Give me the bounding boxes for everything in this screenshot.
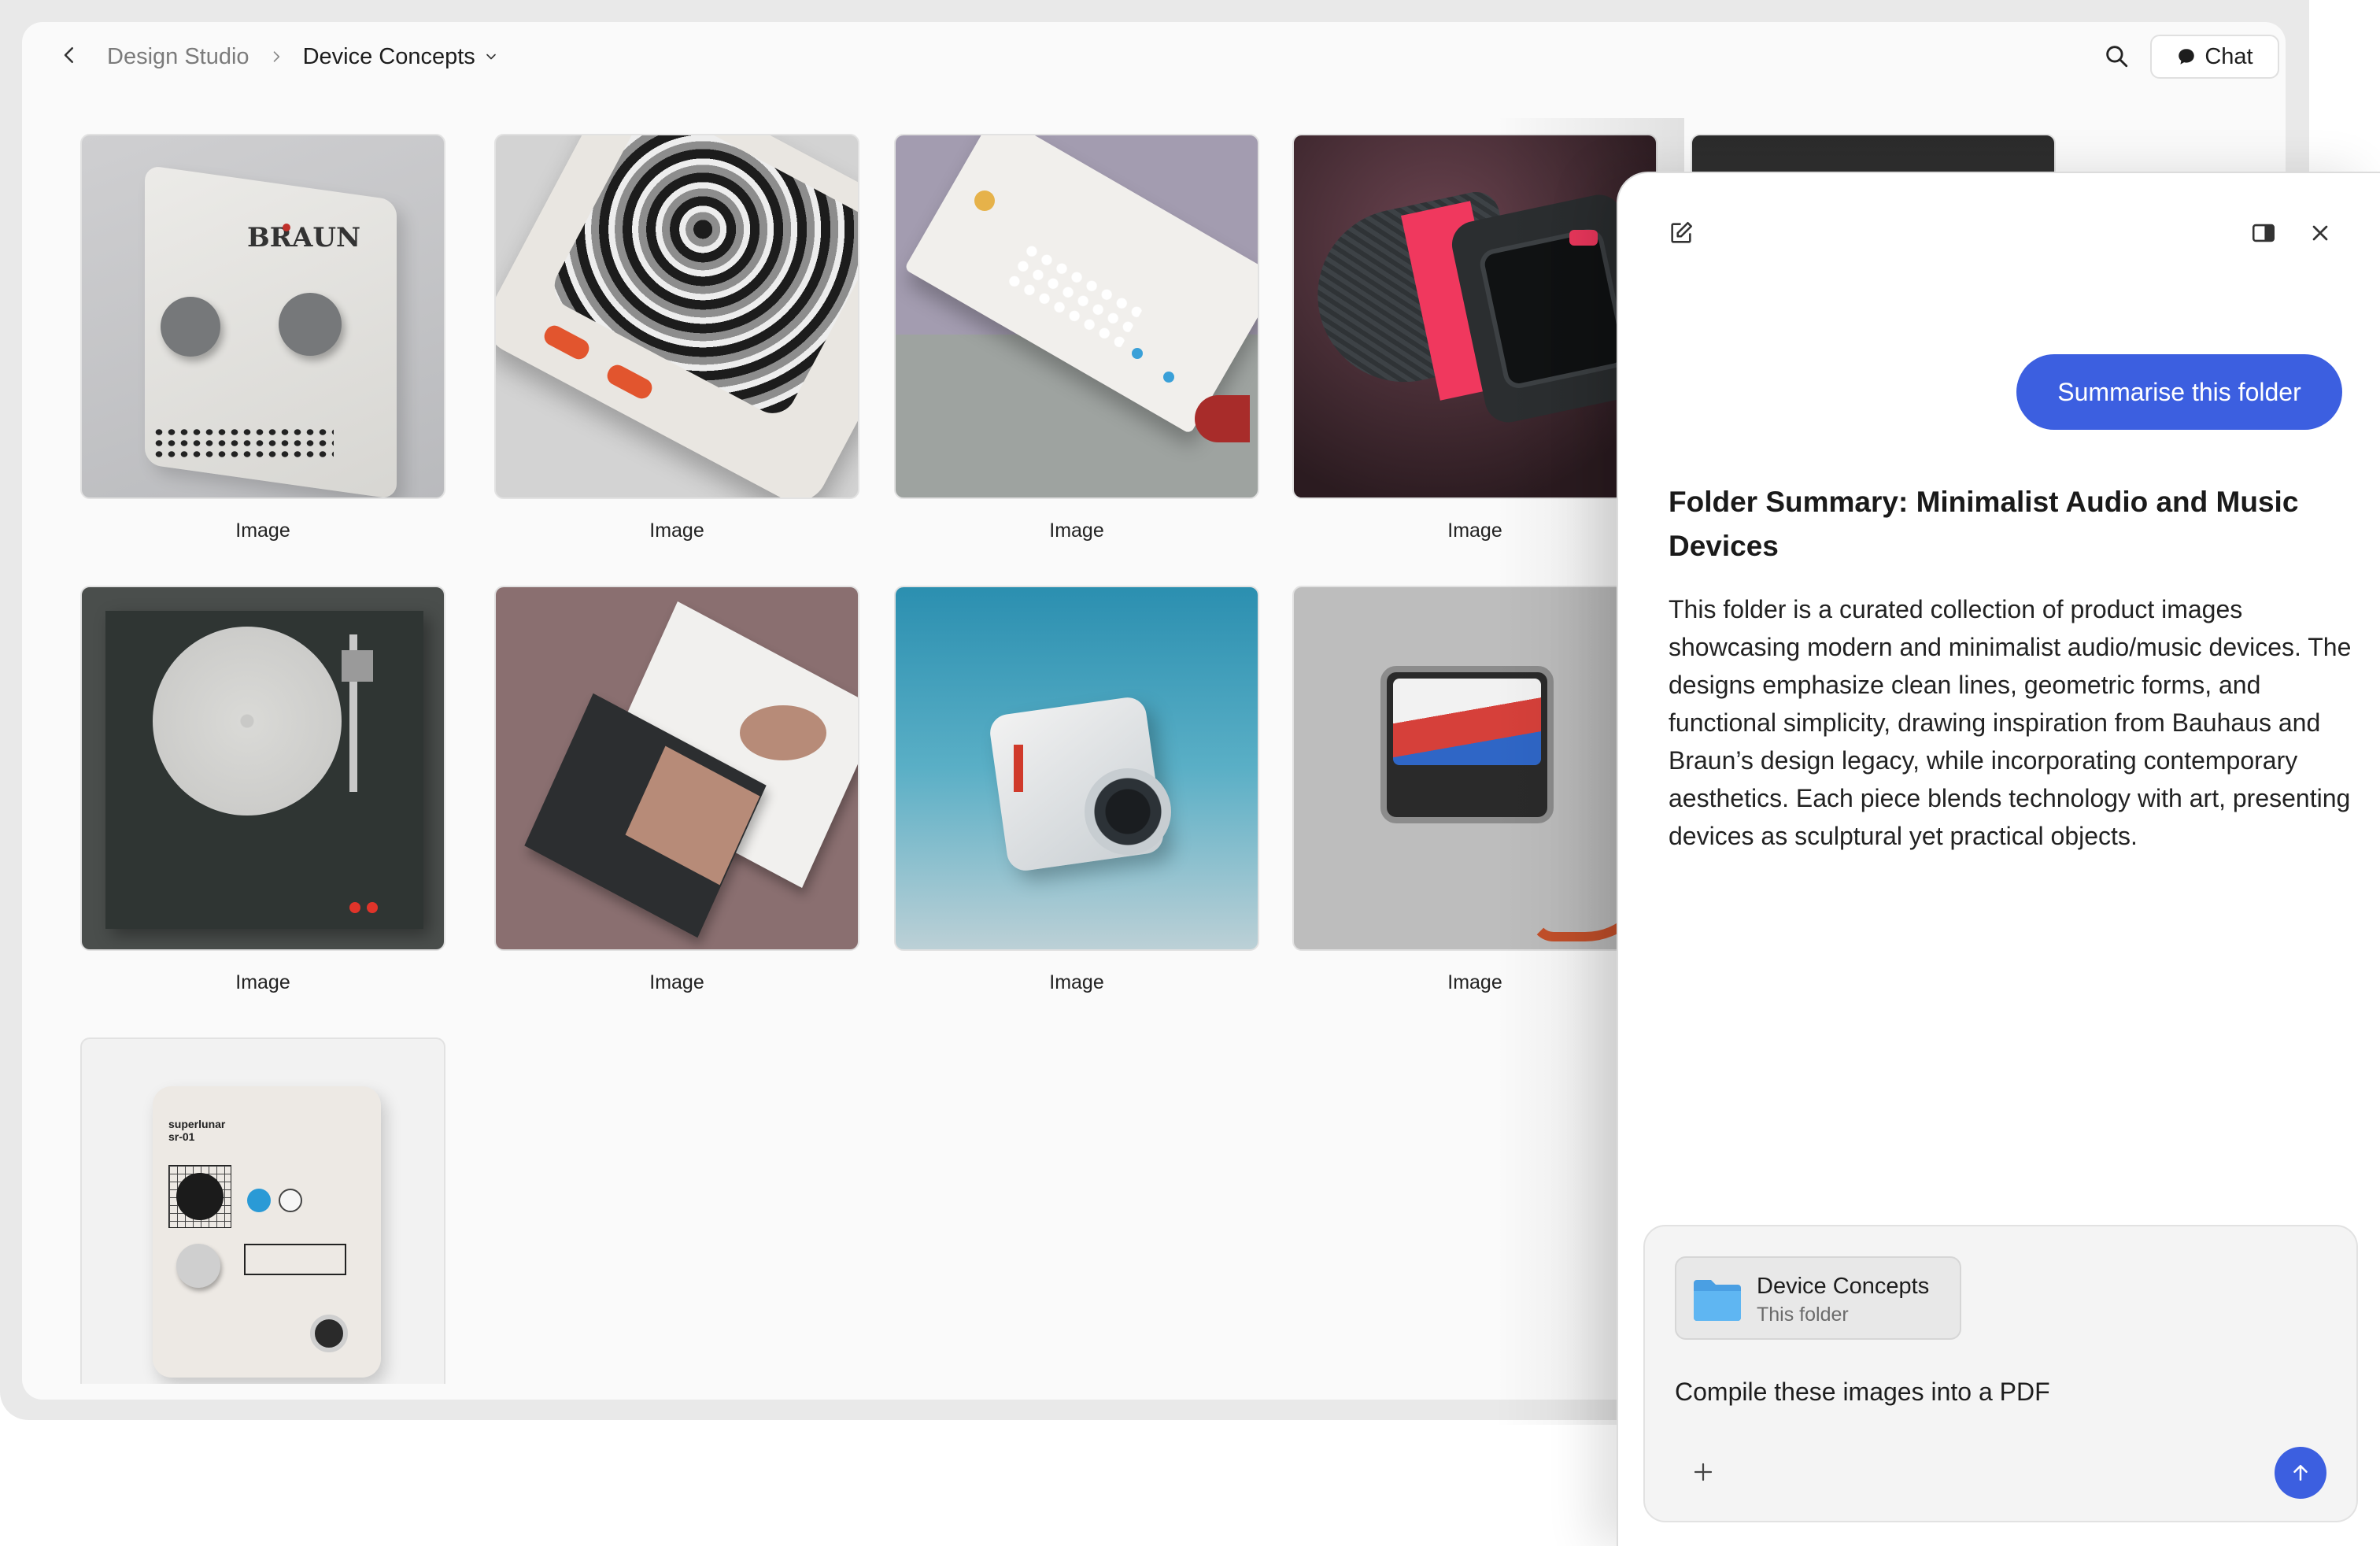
new-chat-button[interactable] [1664, 216, 1698, 250]
thumbnail [1292, 586, 1658, 951]
attached-folder-chip[interactable]: Device Concepts This folder [1675, 1256, 1961, 1340]
thumbnail [894, 586, 1259, 951]
thumbnail [894, 134, 1259, 499]
back-button[interactable] [52, 38, 87, 72]
edit-icon [1671, 221, 1693, 243]
chat-button[interactable]: Chat [2150, 35, 2279, 79]
message-input[interactable] [1675, 1373, 2320, 1411]
grid-item[interactable]: superlunar sr-01 [80, 1037, 445, 1384]
image-caption: Image [649, 971, 704, 993]
message-composer: Device Concepts This folder [1643, 1225, 2358, 1522]
summary-title: Folder Summary: Minimalist Audio and Mus… [1669, 486, 2299, 562]
send-button[interactable] [2275, 1447, 2326, 1499]
top-bar: Design Studio Device Concepts Chat [22, 22, 2286, 91]
chevron-left-icon [64, 47, 73, 63]
thumbnail: BRAUN [80, 134, 445, 499]
image-caption: Image [235, 520, 290, 542]
toggle-sidebar-button[interactable] [2246, 216, 2281, 250]
grid-item[interactable]: BRAUN Image [80, 134, 445, 542]
folder-icon [1694, 1280, 1741, 1321]
close-panel-button[interactable] [2303, 216, 2338, 250]
grid-item[interactable]: Image [894, 586, 1259, 994]
grid-item[interactable]: Image [1292, 586, 1658, 994]
arrow-up-icon [2293, 1465, 2308, 1481]
chat-panel: Summarise this folder Folder Summary: Mi… [1617, 172, 2380, 1546]
grid-item[interactable]: Image [494, 134, 859, 542]
close-icon [2312, 225, 2328, 241]
grid-item[interactable]: Image [1292, 134, 1658, 542]
image-caption: Image [1049, 971, 1104, 993]
thumbnail [494, 134, 859, 499]
thumbnail [80, 586, 445, 951]
user-message-bubble: Summarise this folder [2016, 354, 2342, 430]
plus-icon [1694, 1463, 1713, 1481]
attachment-subtitle: This folder [1757, 1304, 1849, 1326]
search-icon [2106, 46, 2128, 68]
thumbnail [1292, 134, 1658, 499]
image-caption: Image [1447, 520, 1502, 542]
thumbnail [494, 586, 859, 951]
image-caption: Image [1447, 971, 1502, 993]
attachment-name: Device Concepts [1757, 1274, 1930, 1299]
chevron-right-icon [268, 49, 284, 65]
breadcrumb: Design Studio Device Concepts [107, 39, 499, 74]
grid-item[interactable]: Image [894, 134, 1259, 542]
breadcrumb-root[interactable]: Design Studio [107, 44, 249, 70]
chat-bubble-icon [2179, 49, 2195, 65]
sidebar-icon [2252, 224, 2275, 242]
summary-body: This folder is a curated collection of p… [1669, 595, 2352, 850]
image-caption: Image [649, 520, 704, 542]
search-button[interactable] [2097, 36, 2136, 76]
thumbnail: superlunar sr-01 [80, 1037, 445, 1384]
chevron-down-icon [486, 54, 496, 60]
breadcrumb-current[interactable]: Device Concepts [303, 44, 499, 70]
image-caption: Image [1049, 520, 1104, 542]
grid-item[interactable]: Image [80, 586, 445, 994]
image-caption: Image [235, 971, 290, 993]
breadcrumb-current-label: Device Concepts [302, 43, 475, 69]
add-attachment-button[interactable] [1686, 1455, 1720, 1489]
grid-item[interactable]: Image [494, 586, 859, 994]
chat-button-label: Chat [2204, 43, 2253, 69]
